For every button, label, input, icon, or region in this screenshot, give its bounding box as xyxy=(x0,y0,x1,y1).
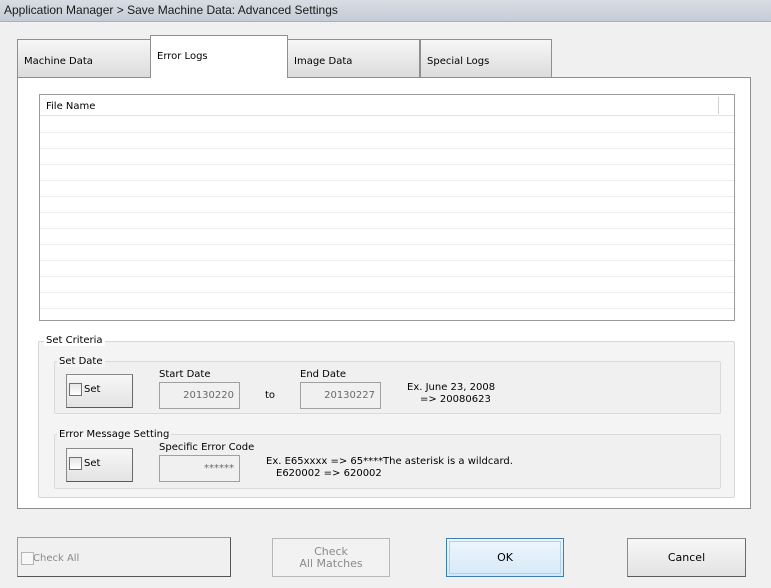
row-line xyxy=(40,244,734,245)
tab-error-logs[interactable]: Error Logs xyxy=(150,35,288,78)
tab-image-data[interactable]: Image Data xyxy=(287,39,420,77)
title-bar: Application Manager > Save Machine Data:… xyxy=(0,0,771,22)
error-example-line1: Ex. E65xxxx => 65**** xyxy=(266,456,384,467)
row-line xyxy=(40,196,734,197)
row-line xyxy=(40,308,734,309)
set-date-button-label: Set xyxy=(84,384,101,395)
cancel-button[interactable]: Cancel xyxy=(627,538,746,577)
column-separator xyxy=(718,97,719,114)
start-date-input[interactable]: 20130220 xyxy=(159,382,240,409)
specific-error-code-input[interactable]: ****** xyxy=(159,455,240,482)
row-line xyxy=(40,148,734,149)
date-example-line2: => 20080623 xyxy=(420,394,491,405)
tab-label: Image Data xyxy=(294,56,353,67)
window-title: Application Manager > Save Machine Data:… xyxy=(4,3,338,17)
check-all-button[interactable]: Check All xyxy=(17,537,231,577)
set-error-code-button[interactable]: Set xyxy=(66,448,133,482)
start-date-label: Start Date xyxy=(159,369,211,380)
tab-machine-data[interactable]: Machine Data xyxy=(17,39,151,77)
set-date-button[interactable]: Set xyxy=(66,374,133,408)
row-line xyxy=(40,228,734,229)
column-header-label: File Name xyxy=(46,101,96,112)
set-date-label: Set Date xyxy=(57,356,105,367)
to-label: to xyxy=(265,390,276,401)
tab-special-logs[interactable]: Special Logs xyxy=(420,39,552,77)
set-error-code-button-label: Set xyxy=(84,458,101,469)
cancel-button-label: Cancel xyxy=(667,551,706,564)
row-line xyxy=(40,212,734,213)
check-all-matches-line2: All Matches xyxy=(299,557,363,570)
row-line xyxy=(40,132,734,133)
row-line xyxy=(40,260,734,261)
check-all-label: Check All xyxy=(33,553,80,564)
tab-label: Special Logs xyxy=(427,56,490,67)
error-message-setting-label: Error Message Setting xyxy=(57,429,172,440)
date-example-line1: Ex. June 23, 2008 xyxy=(407,382,496,393)
file-list[interactable]: File Name xyxy=(39,94,735,321)
end-date-input[interactable]: 20130227 xyxy=(300,382,381,409)
tab-label: Error Logs xyxy=(157,51,208,62)
ok-button-label: OK xyxy=(497,551,513,564)
row-line xyxy=(40,164,734,165)
set-date-group xyxy=(54,361,721,414)
set-date-checkbox[interactable] xyxy=(69,383,82,396)
check-all-matches-button[interactable]: Check All Matches xyxy=(272,538,390,577)
column-header-file-name[interactable]: File Name xyxy=(40,95,734,116)
set-criteria-label: Set Criteria xyxy=(44,335,105,346)
ok-button[interactable]: OK xyxy=(446,538,564,577)
error-example-line2: E620002 => 620002 xyxy=(276,468,382,479)
specific-error-code-label: Specific Error Code xyxy=(159,442,255,453)
row-line xyxy=(40,292,734,293)
end-date-label: End Date xyxy=(300,369,347,380)
tab-label: Machine Data xyxy=(24,56,93,67)
set-error-code-checkbox[interactable] xyxy=(69,457,82,470)
wildcard-note: The asterisk is a wildcard. xyxy=(383,456,513,467)
row-line xyxy=(40,180,734,181)
row-line xyxy=(40,276,734,277)
